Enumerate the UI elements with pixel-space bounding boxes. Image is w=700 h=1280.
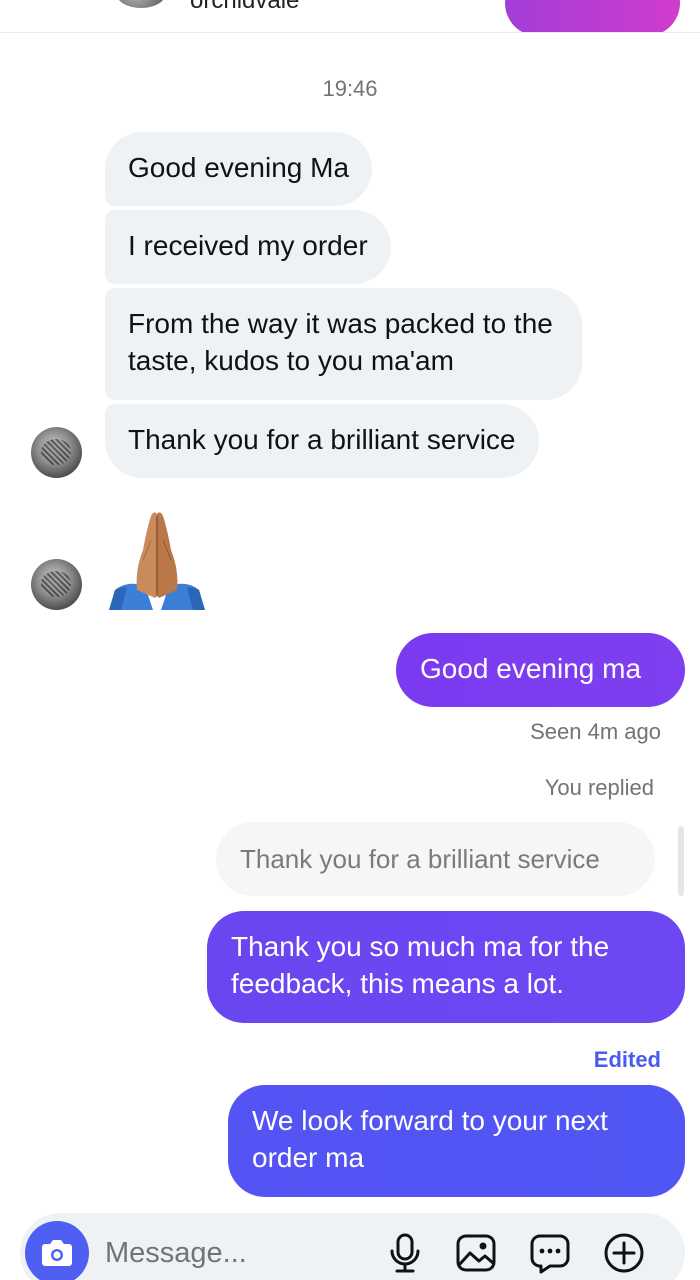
dm-screen: orchidvale 19:46 Good evening Ma I recei… (0, 0, 700, 1280)
chat-header: orchidvale (0, 0, 700, 33)
header-avatar[interactable] (116, 0, 166, 8)
reply-indicator-bar (678, 826, 684, 896)
plus-icon[interactable] (602, 1231, 646, 1275)
incoming-message[interactable]: Thank you for a brilliant service (105, 404, 539, 478)
header-username[interactable]: orchidvale (190, 0, 299, 15)
outgoing-message[interactable]: Thank you so much ma for the feedback, t… (207, 911, 685, 1023)
edited-label[interactable]: Edited (594, 1047, 661, 1073)
seen-status: Seen 4m ago (530, 719, 661, 744)
folded-hands-icon (109, 512, 205, 610)
quoted-reply-message[interactable]: Thank you for a brilliant service (216, 822, 655, 896)
sender-avatar[interactable] (31, 559, 82, 610)
previous-outgoing-bubble[interactable] (505, 0, 680, 32)
outgoing-message[interactable]: We look forward to your next order ma (228, 1085, 685, 1197)
message-timestamp: 19:46 (322, 76, 378, 101)
incoming-message[interactable]: From the way it was packed to the taste,… (105, 288, 582, 400)
microphone-icon[interactable] (383, 1231, 427, 1275)
incoming-message[interactable]: Good evening Ma (105, 132, 373, 206)
incoming-message[interactable]: I received my order (105, 210, 391, 284)
message-input[interactable] (105, 1231, 365, 1275)
you-replied-label: You replied (544, 775, 654, 800)
camera-icon (42, 1240, 72, 1266)
outgoing-message[interactable]: Good evening ma (396, 633, 685, 707)
sender-avatar[interactable] (31, 427, 82, 478)
folded-hands-emoji-message[interactable] (107, 510, 207, 610)
camera-button[interactable] (25, 1221, 89, 1280)
message-composer (20, 1213, 685, 1280)
image-icon[interactable] (454, 1231, 498, 1275)
sticker-chat-icon[interactable] (528, 1231, 572, 1275)
